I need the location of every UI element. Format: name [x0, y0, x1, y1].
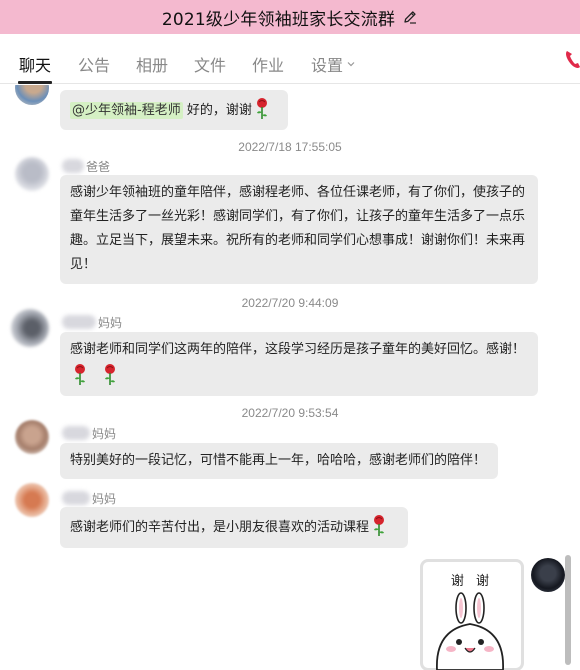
group-title-bar: 2021级少年领袖班家长交流群	[0, 0, 580, 34]
rose-icon	[256, 98, 267, 119]
sender-suffix: 妈妈	[98, 316, 123, 330]
phone-icon[interactable]	[563, 48, 580, 70]
tab-album[interactable]: 相册	[136, 52, 168, 76]
blurred-name	[62, 159, 84, 173]
message-line: 特别美好的一段记忆，可惜不能再上一年，哈哈哈，感谢老师们的陪伴！	[70, 453, 487, 468]
message-timestamp: 2022/7/20 9:44:09	[241, 296, 339, 310]
mention-tag[interactable]: @少年领袖-程老师	[70, 102, 183, 119]
avatar[interactable]	[15, 85, 49, 105]
avatar[interactable]	[15, 157, 49, 191]
rose-icon	[105, 364, 116, 385]
message-bubble[interactable]: 特别美好的一段记忆，可惜不能再上一年，哈哈哈，感谢老师们的陪伴！	[60, 443, 498, 479]
message-timestamp: 2022/7/18 17:55:05	[238, 140, 342, 154]
message-text: 好的，谢谢	[182, 103, 252, 118]
group-title: 2021级少年领袖班家长交流群	[161, 9, 396, 30]
blurred-name	[62, 315, 96, 329]
sender-name: 妈妈	[62, 314, 122, 331]
rose-row	[70, 362, 528, 389]
scrollbar[interactable]	[565, 555, 571, 665]
tab-chat[interactable]: 聊天	[19, 52, 51, 76]
bunny-sticker-icon	[436, 592, 504, 670]
tab-bar: 聊天 公告 相册 文件 作业 设置	[0, 34, 580, 84]
avatar[interactable]	[11, 309, 49, 347]
tab-files[interactable]: 文件	[194, 52, 226, 76]
message-bubble[interactable]: 感谢老师们的辛苦付出，是小朋友很喜欢的活动课程	[60, 507, 408, 548]
message-bubble[interactable]: @少年领袖-程老师 好的，谢谢	[60, 90, 288, 130]
rose-icon	[374, 515, 385, 536]
sender-suffix: 爸爸	[86, 160, 111, 174]
tab-settings-label: 设置	[311, 56, 344, 75]
sticker-message[interactable]: 谢 谢	[420, 559, 524, 670]
sender-name: 妈妈	[62, 425, 116, 442]
chat-message-area[interactable]: @少年领袖-程老师 好的，谢谢 2022/7/18 17:55:05 爸爸 感谢…	[0, 85, 580, 670]
blurred-name	[62, 491, 90, 505]
tab-homework[interactable]: 作业	[252, 52, 284, 76]
avatar[interactable]	[531, 558, 565, 592]
sender-name: 爸爸	[62, 158, 110, 175]
message-bubble[interactable]: 感谢少年领袖班的童年陪伴，感谢程老师、各位任课老师，有了你们，使孩子的 童年生活…	[60, 175, 538, 284]
message-timestamp: 2022/7/20 9:53:54	[241, 406, 339, 420]
message-bubble[interactable]: 感谢老师和同学们这两年的陪伴，这段学习经历是孩子童年的美好回忆。感谢！	[60, 332, 538, 396]
blurred-name	[62, 426, 90, 440]
rose-icon	[75, 364, 85, 385]
avatar[interactable]	[15, 420, 49, 454]
message-line: 感谢少年领袖班的童年陪伴，感谢程老师、各位任课老师，有了你们，使孩子的	[70, 185, 526, 200]
sender-suffix: 妈妈	[92, 492, 117, 506]
tab-announcements[interactable]: 公告	[78, 52, 110, 76]
sender-name: 妈妈	[62, 490, 116, 507]
chevron-down-icon	[347, 62, 355, 67]
pencil-edit-icon[interactable]	[402, 9, 418, 25]
message-line: 见！	[70, 257, 97, 272]
active-tab-indicator	[18, 81, 52, 84]
message-line: 童年生活多了一丝光彩！感谢同学们，有了你们，让孩子的童年生活多了一点乐	[70, 209, 526, 224]
message-text: 感谢老师们的辛苦付出，是小朋友很喜欢的活动课程	[70, 520, 370, 535]
sticker-caption: 谢 谢	[450, 574, 494, 589]
avatar[interactable]	[15, 483, 49, 517]
sender-suffix: 妈妈	[92, 427, 117, 441]
message-line: 趣。立足当下，展望未来。祝所有的老师和同学们心想事成！谢谢你们！未来再	[70, 233, 526, 248]
message-line: 感谢老师和同学们这两年的陪伴，这段学习经历是孩子童年的美好回忆。感谢！	[70, 342, 526, 357]
tab-settings[interactable]: 设置	[311, 52, 355, 76]
